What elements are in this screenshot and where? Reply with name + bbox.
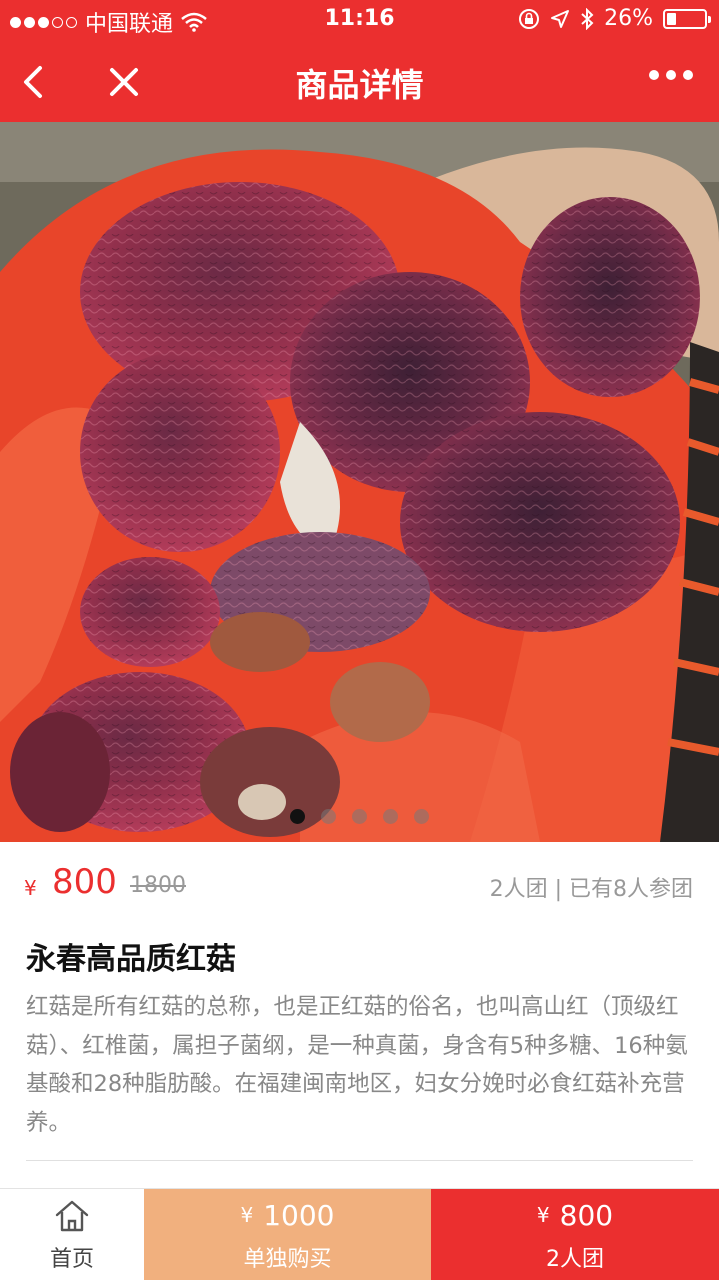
group-buy-label: 2人团 <box>546 1247 604 1272</box>
pager-dot[interactable] <box>290 809 305 824</box>
group-info: 2人团 | 已有8人参团 <box>489 877 693 902</box>
home-icon <box>55 1200 89 1232</box>
page-title: 商品详情 <box>295 66 424 104</box>
lock-rotation-icon <box>519 8 540 29</box>
product-title: 永春高品质红菇 <box>26 942 236 977</box>
buy-alone-price-value: 1000 <box>263 1199 335 1232</box>
group-price: 800 <box>52 862 117 902</box>
battery-fill <box>667 12 676 25</box>
bottom-action-bar: 首页 ¥1000 单独购买 ¥800 2人团 <box>0 1188 719 1280</box>
battery-icon <box>663 8 711 29</box>
pager-dot[interactable] <box>321 809 336 824</box>
product-photo <box>0 122 719 842</box>
group-buy-price: ¥800 <box>431 1199 719 1232</box>
bluetooth-icon <box>581 7 594 30</box>
group-buy-button[interactable]: ¥800 2人团 <box>431 1189 719 1280</box>
price-currency: ¥ <box>24 876 37 900</box>
buy-alone-currency: ¥ <box>240 1203 254 1227</box>
home-label: 首页 <box>49 1247 94 1272</box>
product-description: 红菇是所有红菇的总称，也是正红菇的俗名，也叫高山红（顶级红菇）、红椎菌，属担子菌… <box>26 994 688 1136</box>
group-buy-currency: ¥ <box>536 1203 550 1227</box>
top-bar: 中国联通 11:16 26% 商品详情 <box>0 0 719 122</box>
group-buy-price-value: 800 <box>559 1199 614 1232</box>
buy-alone-label: 单独购买 <box>243 1247 332 1272</box>
location-arrow-icon <box>551 9 570 28</box>
product-image-carousel[interactable] <box>0 122 719 842</box>
buy-alone-price: ¥1000 <box>144 1199 431 1232</box>
nav-bar: 商品详情 <box>0 40 719 122</box>
divider <box>26 1160 693 1161</box>
pager-dot[interactable] <box>414 809 429 824</box>
more-icon[interactable] <box>649 70 693 80</box>
buy-alone-button[interactable]: ¥1000 单独购买 <box>144 1189 431 1280</box>
battery-percent: 26% <box>604 6 653 31</box>
carousel-pager[interactable] <box>0 809 719 824</box>
status-right: 26% <box>518 6 711 31</box>
pager-dot[interactable] <box>352 809 367 824</box>
status-bar: 中国联通 11:16 26% <box>0 0 719 40</box>
home-button[interactable]: 首页 <box>0 1189 144 1280</box>
original-price: 1800 <box>130 873 186 898</box>
price-row: ¥ 800 1800 2人团 | 已有8人参团 <box>0 842 719 928</box>
pager-dot[interactable] <box>383 809 398 824</box>
